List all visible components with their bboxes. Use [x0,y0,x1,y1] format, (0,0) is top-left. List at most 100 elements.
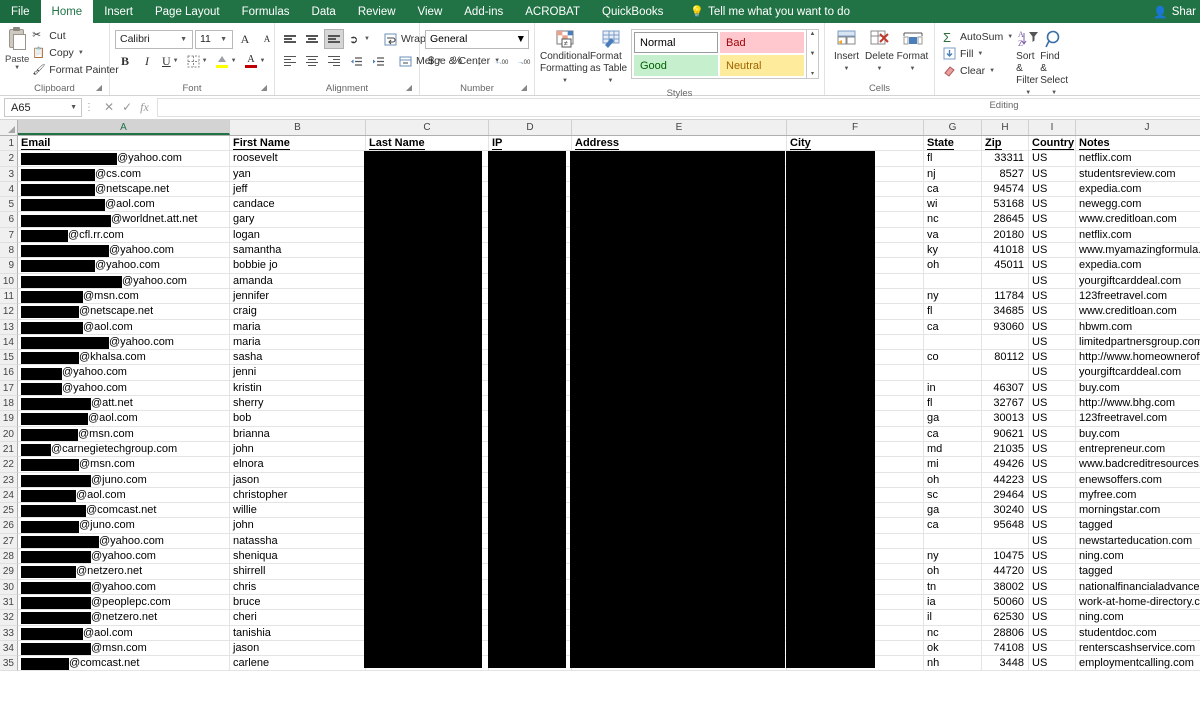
cell-country[interactable]: US [1029,442,1076,457]
cell-zip[interactable]: 34685 [982,304,1029,319]
style-bad[interactable]: Bad [720,32,804,53]
cell-country[interactable]: US [1029,350,1076,365]
cell-zip[interactable] [982,534,1029,549]
cell-state[interactable] [924,534,982,549]
cell-state[interactable]: oh [924,564,982,579]
cell-zip[interactable]: 8527 [982,167,1029,182]
cell-notes[interactable]: ning.com [1076,549,1200,564]
cell-notes[interactable]: hbwm.com [1076,320,1200,335]
format-painter-button[interactable]: 🖌 Format Painter [29,61,121,78]
row-header-33[interactable]: 33 [0,626,18,641]
cell-country[interactable]: US [1029,197,1076,212]
cell-first-name[interactable]: bob [230,411,366,426]
cell-notes[interactable]: entrepreneur.com [1076,442,1200,457]
row-header-17[interactable]: 17 [0,381,18,396]
tab-add-ins[interactable]: Add-ins [453,0,514,23]
row-header-34[interactable]: 34 [0,641,18,656]
tab-review[interactable]: Review [347,0,407,23]
italic-button[interactable]: I [137,51,157,71]
percent-button[interactable]: % [447,51,467,71]
cell-state[interactable]: fl [924,151,982,166]
more-styles-icon[interactable]: ▾ [811,70,814,77]
cell-state[interactable]: md [924,442,982,457]
align-bottom-button[interactable] [324,29,344,49]
column-title-E[interactable]: Address [572,136,787,151]
row-header-19[interactable]: 19 [0,411,18,426]
column-header-A[interactable]: A [18,120,230,135]
cell-notes[interactable]: 123freetravel.com [1076,289,1200,304]
cell-country[interactable]: US [1029,549,1076,564]
cell-first-name[interactable]: chris [230,580,366,595]
row-header-16[interactable]: 16 [0,365,18,380]
column-header-C[interactable]: C [366,120,489,135]
cell-notes[interactable]: ning.com [1076,610,1200,625]
cell-country[interactable]: US [1029,396,1076,411]
column-header-I[interactable]: I [1029,120,1076,135]
cell-notes[interactable]: expedia.com [1076,258,1200,273]
paste-button[interactable]: Paste ▼ [5,25,29,71]
cell-first-name[interactable]: christopher [230,488,366,503]
column-title-B[interactable]: First Name [230,136,366,151]
cancel-formula-button[interactable]: ✕ [104,100,114,115]
cell-notes[interactable]: studentdoc.com [1076,626,1200,641]
copy-button[interactable]: 📋 Copy ▼ [29,44,121,61]
borders-button[interactable]: ▼ [184,51,211,71]
column-title-F[interactable]: City [787,136,924,151]
cell-country[interactable]: US [1029,381,1076,396]
tab-page-layout[interactable]: Page Layout [144,0,231,23]
cell-country[interactable]: US [1029,503,1076,518]
cell-first-name[interactable]: carlene [230,656,366,671]
cell-first-name[interactable]: jason [230,473,366,488]
column-title-G[interactable]: State [924,136,982,151]
scroll-up-icon[interactable]: ▲ [810,31,816,37]
cell-state[interactable]: ga [924,411,982,426]
fill-color-button[interactable]: ▼ [213,51,240,71]
enter-formula-button[interactable]: ✓ [122,100,132,115]
cell-country[interactable]: US [1029,411,1076,426]
cell-country[interactable]: US [1029,488,1076,503]
style-good[interactable]: Good [634,55,718,76]
cell-state[interactable]: nh [924,656,982,671]
number-dialog-launcher[interactable]: ◢ [521,81,527,94]
cell-zip[interactable]: 33311 [982,151,1029,166]
column-header-B[interactable]: B [230,120,366,135]
delete-cells-button[interactable]: Delete ▼ [863,27,896,75]
cell-notes[interactable]: www.creditloan.com [1076,304,1200,319]
share-button[interactable]: 👤 Shar [1153,0,1196,23]
tab-formulas[interactable]: Formulas [231,0,301,23]
cell-state[interactable]: ca [924,518,982,533]
cell-country[interactable]: US [1029,518,1076,533]
tab-acrobat[interactable]: ACROBAT [514,0,591,23]
cell-notes[interactable]: www.creditloan.com [1076,212,1200,227]
scroll-down-icon[interactable]: ▼ [810,51,816,57]
cell-zip[interactable]: 93060 [982,320,1029,335]
number-format-select[interactable]: General ▼ [425,30,529,49]
cell-state[interactable]: ok [924,641,982,656]
cell-first-name[interactable]: cheri [230,610,366,625]
cell-first-name[interactable]: bobbie jo [230,258,366,273]
row-header-35[interactable]: 35 [0,656,18,671]
alignment-dialog-launcher[interactable]: ◢ [406,81,412,94]
font-size-select[interactable]: 11 ▼ [195,30,233,49]
cell-notes[interactable]: newstarteducation.com [1076,534,1200,549]
cell-first-name[interactable]: tanishia [230,626,366,641]
row-header-25[interactable]: 25 [0,503,18,518]
row-header-31[interactable]: 31 [0,595,18,610]
cell-state[interactable]: nc [924,626,982,641]
row-header-7[interactable]: 7 [0,228,18,243]
chevron-down-icon[interactable]: ▼ [70,104,81,111]
cell-state[interactable] [924,274,982,289]
cell-first-name[interactable]: candace [230,197,366,212]
cell-country[interactable]: US [1029,457,1076,472]
cell-first-name[interactable]: sheniqua [230,549,366,564]
cell-zip[interactable]: 94574 [982,182,1029,197]
insert-cells-button[interactable]: Insert ▼ [830,27,863,75]
cell-first-name[interactable]: sasha [230,350,366,365]
font-family-select[interactable]: Calibri ▼ [115,30,193,49]
cell-notes[interactable]: www.myamazingformula.com [1076,243,1200,258]
tab-data[interactable]: Data [301,0,347,23]
cell-zip[interactable]: 11784 [982,289,1029,304]
style-neutral[interactable]: Neutral [720,55,804,76]
cell-country[interactable]: US [1029,258,1076,273]
cell-zip[interactable] [982,365,1029,380]
